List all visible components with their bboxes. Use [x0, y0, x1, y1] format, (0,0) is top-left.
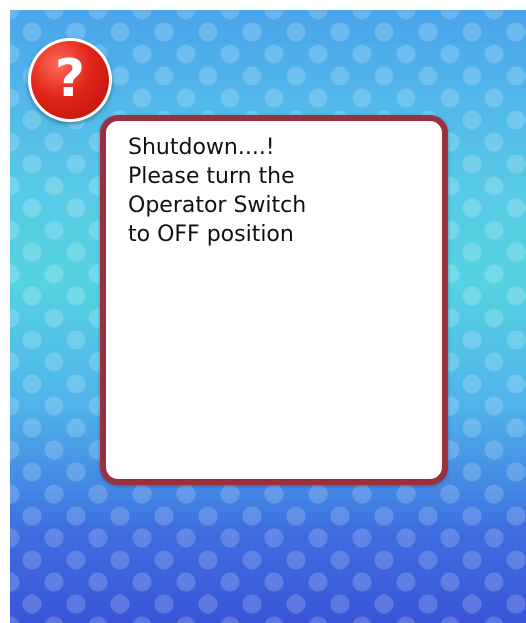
message-text: Shutdown....! Please turn the Operator S… — [128, 135, 307, 247]
question-mark-icon: ? — [54, 49, 86, 109]
message-dialog: Shutdown....! Please turn the Operator S… — [100, 115, 448, 485]
screen-background: ? Shutdown....! Please turn the Operator… — [10, 10, 526, 623]
help-button[interactable]: ? — [28, 38, 112, 122]
